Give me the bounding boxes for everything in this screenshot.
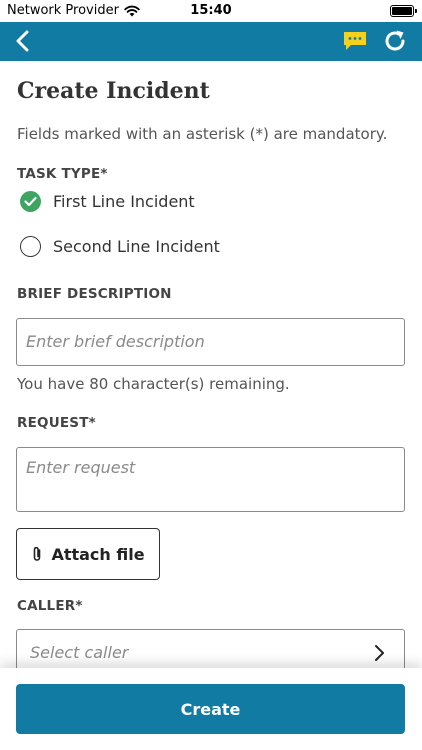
- request-input[interactable]: Enter request: [16, 447, 405, 512]
- radio-second-line-incident[interactable]: Second Line Incident: [20, 233, 220, 259]
- characters-remaining: You have 80 character(s) remaining.: [17, 375, 290, 393]
- brief-description-placeholder: Enter brief description: [26, 332, 205, 351]
- radio-label: Second Line Incident: [53, 236, 220, 256]
- mandatory-hint: Fields marked with an asterisk (*) are m…: [17, 125, 388, 143]
- refresh-icon: [385, 30, 405, 51]
- chat-bubble-icon: [344, 32, 366, 50]
- radio-checked-icon: [20, 190, 41, 212]
- task-type-label: TASK TYPE*: [17, 166, 108, 182]
- caller-placeholder: Select caller: [30, 643, 129, 662]
- attach-file-button[interactable]: Attach file: [16, 528, 160, 580]
- footer: Create: [0, 668, 422, 750]
- create-button[interactable]: Create: [16, 684, 405, 734]
- radio-first-line-incident[interactable]: First Line Incident: [20, 188, 195, 214]
- page-title: Create Incident: [17, 78, 210, 104]
- request-placeholder: Enter request: [26, 458, 136, 477]
- radio-unchecked-icon: [20, 235, 41, 257]
- paperclip-icon: [34, 546, 41, 561]
- brief-description-label: BRIEF DESCRIPTION: [17, 286, 172, 302]
- status-time: 15:40: [190, 3, 232, 18]
- caller-label: CALLER*: [17, 598, 83, 614]
- status-bar: Network Provider 15:40: [0, 0, 422, 22]
- back-button[interactable]: [10, 27, 38, 55]
- chat-button[interactable]: [342, 30, 368, 52]
- request-label: REQUEST*: [17, 415, 96, 431]
- nav-bar: [0, 22, 422, 61]
- back-arrow-icon: [16, 30, 29, 52]
- attach-file-label: Attach file: [51, 544, 145, 564]
- refresh-button[interactable]: [382, 28, 408, 54]
- battery-icon: [390, 5, 417, 17]
- radio-label: First Line Incident: [53, 191, 195, 211]
- brief-description-input[interactable]: Enter brief description: [16, 318, 405, 366]
- chevron-right-icon: [375, 645, 384, 661]
